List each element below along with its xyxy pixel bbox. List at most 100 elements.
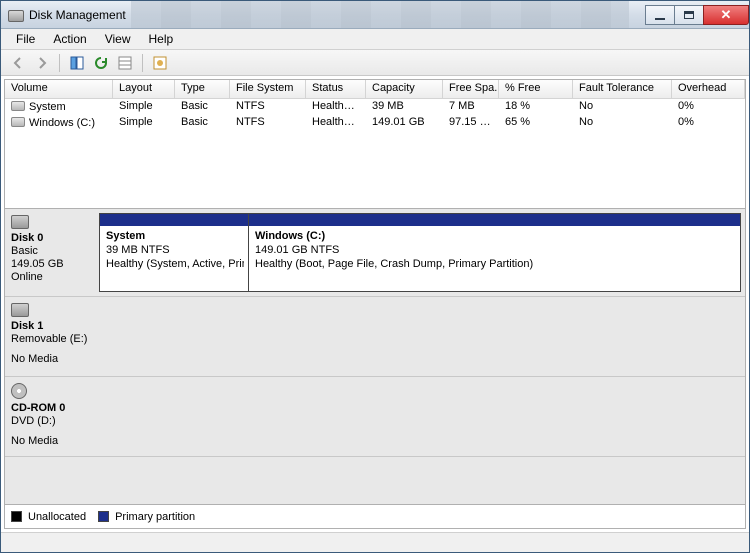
help-icon [153,56,167,70]
partition-status: Healthy (Boot, Page File, Crash Dump, Pr… [255,258,533,270]
col-fault[interactable]: Fault Tolerance [573,80,672,99]
legend-swatch-unallocated [11,511,22,522]
cell-overhead: 0% [672,115,745,131]
cdrom-icon [11,383,27,399]
show-hide-tree-button[interactable] [66,52,88,74]
col-type[interactable]: Type [175,80,230,99]
titlebar-glass [131,1,629,28]
disk-management-window: Disk Management ✕ File Action View Help [0,0,750,553]
disk-partitions: System 39 MB NTFS Healthy (System, Activ… [97,209,745,296]
volume-icon [11,101,25,111]
disk-type: Basic [11,245,91,257]
menu-help[interactable]: Help [140,30,183,48]
legend-label-primary: Primary partition [115,511,195,523]
titlebar[interactable]: Disk Management ✕ [1,1,749,29]
cell-fs: NTFS [230,115,306,131]
cell-free: 7 MB [443,99,499,115]
disk-row-1[interactable]: Disk 1 Removable (E:) No Media [5,297,745,377]
partition-size: 149.01 GB NTFS [255,244,339,256]
tree-icon [70,56,84,70]
disk-type: Removable (E:) [11,333,91,345]
arrow-right-icon [35,56,49,70]
nav-forward-button[interactable] [31,52,53,74]
cell-fs: NTFS [230,99,306,115]
menu-action[interactable]: Action [44,30,95,48]
cell-pct: 18 % [499,99,573,115]
disk-map-empty [5,457,745,504]
cell-capacity: 39 MB [366,99,443,115]
volume-list-body: System Simple Basic NTFS Healthy (S... 3… [5,99,745,131]
disk-info: Disk 0 Basic 149.05 GB Online [5,209,97,296]
disk-icon [11,215,29,229]
arrow-left-icon [11,56,25,70]
disk-name: Disk 0 [11,232,91,244]
partition-title: System [106,230,145,242]
disk-map: Disk 0 Basic 149.05 GB Online System 39 … [4,209,746,505]
volume-icon [11,117,25,127]
close-button[interactable]: ✕ [703,5,749,25]
toolbar [1,50,749,76]
col-pctfree[interactable]: % Free [499,80,573,99]
partition-windows-c[interactable]: Windows (C:) 149.01 GB NTFS Healthy (Boo… [248,213,741,292]
col-status[interactable]: Status [306,80,366,99]
partition-size: 39 MB NTFS [106,244,170,256]
legend-swatch-primary [98,511,109,522]
col-layout[interactable]: Layout [113,80,175,99]
volume-name: System [29,101,66,113]
col-free[interactable]: Free Spa... [443,80,499,99]
cell-type: Basic [175,99,230,115]
partition-title: Windows (C:) [255,230,325,242]
cell-pct: 65 % [499,115,573,131]
cell-type: Basic [175,115,230,131]
cell-layout: Simple [113,115,175,131]
col-overhead[interactable]: Overhead [672,80,745,99]
partition-system[interactable]: System 39 MB NTFS Healthy (System, Activ… [99,213,249,292]
disk-type: DVD (D:) [11,415,91,427]
disk-info: CD-ROM 0 DVD (D:) No Media [5,377,97,456]
menubar: File Action View Help [1,29,749,50]
nav-back-button[interactable] [7,52,29,74]
window-controls: ✕ [646,5,749,25]
legend-label-unallocated: Unallocated [28,511,86,523]
window-title: Disk Management [29,8,126,22]
volume-row[interactable]: System Simple Basic NTFS Healthy (S... 3… [5,99,745,115]
col-capacity[interactable]: Capacity [366,80,443,99]
toolbar-separator [59,54,60,72]
volume-list[interactable]: Volume Layout Type File System Status Ca… [4,79,746,209]
disk-state: Online [11,271,91,283]
disk-info: Disk 1 Removable (E:) No Media [5,297,97,376]
disk-state: No Media [11,353,91,365]
toolbar-separator [142,54,143,72]
col-filesystem[interactable]: File System [230,80,306,99]
properties-button[interactable] [114,52,136,74]
legend: Unallocated Primary partition [4,505,746,529]
volume-name: Windows (C:) [29,117,95,129]
cell-status: Healthy (S... [306,99,366,115]
cell-status: Healthy (B... [306,115,366,131]
volume-row[interactable]: Windows (C:) Simple Basic NTFS Healthy (… [5,115,745,131]
cell-capacity: 149.01 GB [366,115,443,131]
disk-row-cdrom[interactable]: CD-ROM 0 DVD (D:) No Media [5,377,745,457]
refresh-button[interactable] [90,52,112,74]
disk-partitions [97,377,745,456]
partition-status: Healthy (System, Active, Primary Partiti… [106,258,244,272]
disk-row-0[interactable]: Disk 0 Basic 149.05 GB Online System 39 … [5,209,745,297]
disk-management-icon [7,7,23,23]
minimize-button[interactable] [645,5,675,25]
cell-fault: No [573,99,672,115]
col-volume[interactable]: Volume [5,80,113,99]
partition-color-bar [100,214,248,226]
statusbar [1,532,749,552]
menu-file[interactable]: File [7,30,44,48]
content-area: Volume Layout Type File System Status Ca… [1,76,749,532]
cell-free: 97.15 GB [443,115,499,131]
help-button[interactable] [149,52,171,74]
cell-fault: No [573,115,672,131]
volume-list-header: Volume Layout Type File System Status Ca… [5,80,745,99]
list-icon [118,56,132,70]
disk-name: Disk 1 [11,320,91,332]
partition-color-bar [249,214,740,226]
maximize-button[interactable] [674,5,704,25]
disk-state: No Media [11,435,91,447]
menu-view[interactable]: View [96,30,140,48]
